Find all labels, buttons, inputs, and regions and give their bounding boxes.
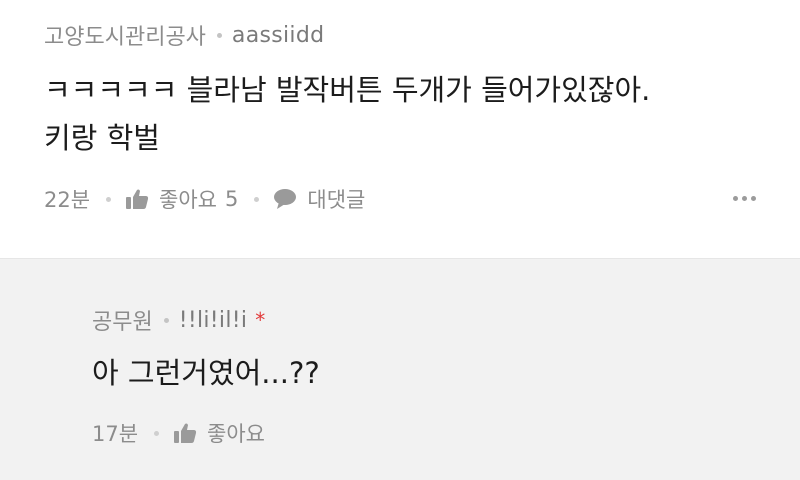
comment-line-2: 키랑 학벌 — [44, 121, 160, 155]
like-label: 좋아요 — [159, 188, 218, 212]
like-count: 5 — [225, 187, 239, 211]
more-dot — [742, 196, 747, 201]
comment-nickname[interactable]: aassiidd — [232, 23, 324, 48]
separator-dot — [154, 430, 160, 436]
comment-card: 고양도시관리공사 aassiidd ㅋㅋㅋㅋㅋ 블라남 발작버튼 두개가 들어가… — [0, 0, 800, 258]
separator-dot — [254, 196, 260, 202]
speech-bubble-icon — [273, 188, 297, 210]
comment-author[interactable]: 고양도시관리공사 — [44, 19, 206, 51]
separator-dot — [216, 32, 222, 38]
reply-like-label: 좋아요 — [207, 422, 266, 446]
reply-meta: 공무원 !!li!il!i * — [92, 303, 265, 337]
comment-meta: 고양도시관리공사 aassiidd — [44, 18, 324, 52]
reply-actions: 17분 좋아요 — [92, 416, 265, 450]
reply-label: 대댓글 — [307, 188, 366, 212]
reply-like-button[interactable]: 좋아요 — [173, 418, 265, 448]
reply-button[interactable]: 대댓글 — [273, 184, 365, 214]
comment-time: 22분 — [44, 188, 91, 212]
comment-thread: 고양도시관리공사 aassiidd ㅋㅋㅋㅋㅋ 블라남 발작버튼 두개가 들어가… — [0, 0, 800, 480]
comment-body: ㅋㅋㅋㅋㅋ 블라남 발작버튼 두개가 들어가있잖아. 키랑 학벌 — [44, 66, 650, 162]
reply-time: 17분 — [92, 422, 139, 446]
reply-nickname[interactable]: !!li!il!i — [179, 308, 248, 333]
thumbs-up-icon — [173, 422, 197, 444]
reply-body: 아 그런거였어...?? — [92, 356, 320, 390]
reply-author[interactable]: 공무원 — [92, 304, 153, 336]
author-mark: * — [255, 308, 266, 332]
separator-dot — [106, 196, 112, 202]
separator-dot — [163, 317, 169, 323]
more-icon[interactable] — [733, 196, 756, 201]
more-dot — [751, 196, 756, 201]
comment-line-1: ㅋㅋㅋㅋㅋ 블라남 발작버튼 두개가 들어가있잖아. — [44, 73, 651, 107]
comment-actions: 22분 좋아요 5 대댓글 — [44, 182, 365, 216]
more-dot — [733, 196, 738, 201]
like-button[interactable]: 좋아요 5 — [125, 184, 238, 214]
reply-card: 공무원 !!li!il!i * 아 그런거였어...?? 17분 좋아요 — [0, 258, 800, 480]
thumbs-up-icon — [125, 188, 149, 210]
